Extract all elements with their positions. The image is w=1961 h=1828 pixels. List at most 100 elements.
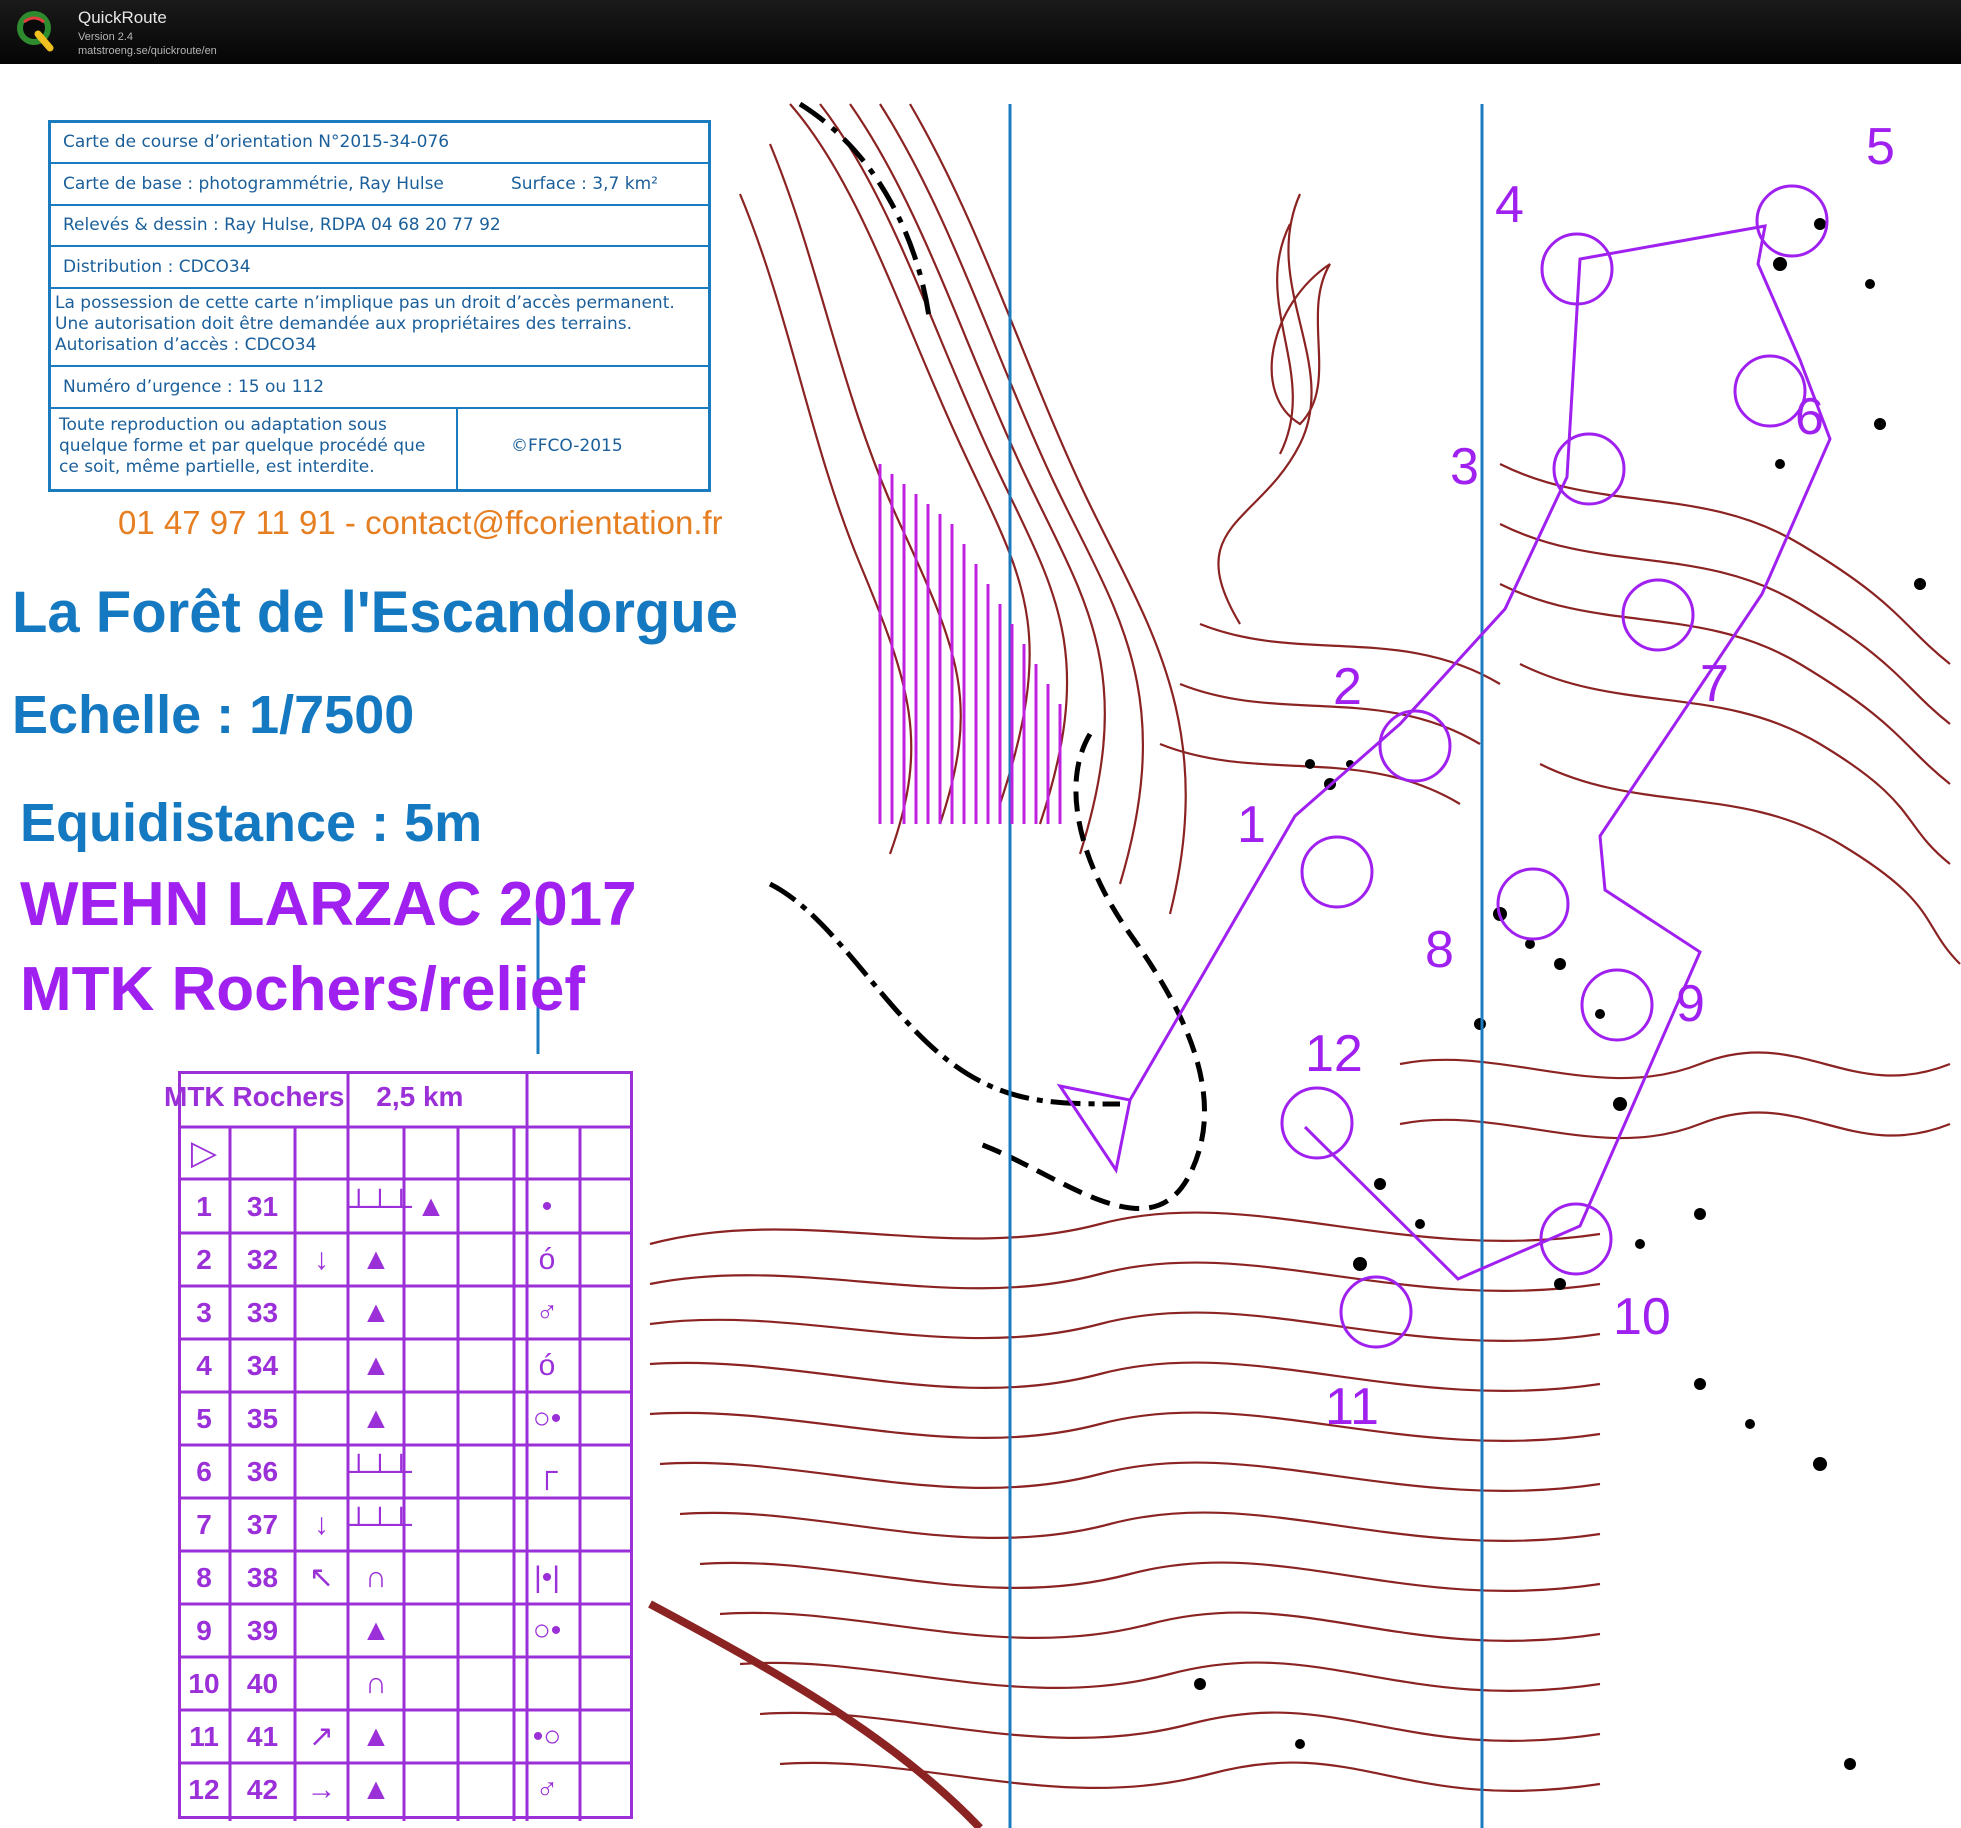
cartouche-map-number: Carte de course d’orientation N°2015-34-…	[63, 132, 450, 152]
control-row: 1 31 ┴┴┴ ▲ •	[178, 1180, 633, 1233]
control-row: 11 41 ↗ ▲ •○	[178, 1710, 633, 1763]
appearance-symbol	[404, 1710, 458, 1763]
control-number: 10	[188, 1668, 220, 1699]
control-code: 37	[246, 1509, 279, 1540]
cartouche-row: Numéro d’urgence : 15 ou 112	[51, 367, 708, 409]
feature-symbol: ∩	[365, 1667, 387, 1700]
location-symbol: ó	[538, 1243, 556, 1276]
cartouche-distribution: Distribution : CDCO34	[63, 257, 251, 277]
cartouche-row: La possession de cette carte n’implique …	[51, 289, 708, 367]
control-code: 34	[246, 1350, 279, 1381]
cartouche-row: Carte de base : photogrammétrie, Ray Hul…	[51, 164, 708, 206]
control-code: 38	[246, 1562, 279, 1593]
control-number: 12	[188, 1774, 220, 1805]
feature-symbol: ▲	[361, 1243, 391, 1276]
control-label-8: 8	[1425, 921, 1454, 979]
cartouche-copyright-line1: Toute reproduction ou adaptation sous	[59, 415, 387, 435]
cartouche-row: Carte de course d’orientation N°2015-34-…	[51, 123, 708, 164]
control-number: 3	[196, 1297, 212, 1328]
map-canvas[interactable]: 1 2 3 4 5 6 7 8 9 10 11 12 Carte de cour…	[0, 64, 1961, 1828]
feature-symbol: ┴┴┴	[348, 1455, 412, 1488]
map-title: La Forêt de l'Escandorgue	[12, 580, 739, 645]
cartouche-survey: Relevés & dessin : Ray Hulse, RDPA 04 68…	[63, 215, 501, 235]
control-code: 41	[246, 1721, 279, 1752]
start-triangle-icon: ▷	[190, 1134, 218, 1172]
location-symbol: ♂	[535, 1296, 559, 1329]
which-feature-symbol	[295, 1604, 348, 1657]
appearance-symbol	[404, 1286, 458, 1339]
control-number: 7	[196, 1509, 212, 1540]
control-row: 9 39 ▲ ○•	[178, 1604, 633, 1657]
control-number: 6	[196, 1456, 212, 1487]
appearance-symbol	[404, 1763, 458, 1816]
control-description-table: MTK Rochers 2,5 km ▷ 1 31 ┴┴┴ ▲ • 2 32 ↓ ▲ ó 3 33 ▲ ♂…	[164, 1071, 633, 1821]
feature-symbol: ▲	[361, 1773, 391, 1806]
appearance-symbol	[404, 1604, 458, 1657]
event-name: WEHN LARZAC 2017	[20, 870, 637, 939]
location-symbol: ○•	[532, 1614, 562, 1647]
location-symbol: |•|	[533, 1561, 561, 1594]
control-3-circle	[1552, 432, 1626, 506]
which-feature-symbol	[295, 1339, 348, 1392]
which-feature-symbol	[295, 1657, 348, 1710]
appearance-symbol	[404, 1498, 458, 1551]
course-overprint	[1056, 184, 1832, 1349]
feature-symbol: ▲	[361, 1614, 391, 1647]
app-url[interactable]: matstroeng.se/quickroute/en	[78, 45, 217, 57]
control-code: 31	[246, 1191, 279, 1222]
course-name: MTK Rochers/relief	[20, 955, 586, 1024]
location-symbol	[514, 1657, 580, 1710]
feature-symbol: ∩	[365, 1561, 387, 1594]
control-code: 32	[246, 1244, 279, 1275]
control-1-circle	[1300, 835, 1374, 909]
which-feature-symbol: ↓	[314, 1508, 329, 1541]
control-code: 40	[246, 1668, 279, 1699]
location-symbol: •	[541, 1190, 553, 1223]
cartouche-row: Relevés & dessin : Ray Hulse, RDPA 04 68…	[51, 206, 708, 247]
control-row: 7 37 ↓ ┴┴┴	[178, 1498, 633, 1551]
which-feature-symbol	[295, 1180, 348, 1233]
cartouche-access-line1: La possession de cette carte n’implique …	[55, 293, 675, 313]
control-row: 5 35 ▲ ○•	[178, 1392, 633, 1445]
control-label-2: 2	[1333, 658, 1362, 716]
road	[648, 1600, 983, 1828]
cartouche-divider	[456, 409, 458, 492]
control-table-title: MTK Rochers 2,5 km	[164, 1081, 463, 1113]
which-feature-symbol: →	[306, 1773, 337, 1806]
control-12-circle	[1280, 1086, 1354, 1160]
feature-symbol: ▲	[361, 1296, 391, 1329]
appearance-symbol	[404, 1551, 458, 1604]
control-label-7: 7	[1700, 655, 1729, 713]
control-row: 2 32 ↓ ▲ ó	[178, 1233, 633, 1286]
cartouche-surface: Surface : 3,7 km²	[511, 174, 658, 194]
feature-symbol: ┴┴┴	[348, 1508, 412, 1541]
cartouche-copyright-line3: ce soit, même partielle, est interdite.	[59, 457, 375, 477]
appearance-symbol	[404, 1233, 458, 1286]
cartouche-ffco-copyright: ©FFCO-2015	[511, 436, 623, 456]
contact-line: 01 47 97 11 91 - contact@ffcorientation.…	[118, 504, 723, 541]
feature-symbol: ▲	[361, 1402, 391, 1435]
control-code: 35	[246, 1403, 279, 1434]
app-version: Version 2.4	[78, 31, 134, 43]
appearance-symbol	[404, 1445, 458, 1498]
cartouche-row: Toute reproduction ou adaptation sous qu…	[51, 409, 708, 492]
location-symbol: •○	[532, 1720, 562, 1753]
location-symbol: ┌	[536, 1455, 558, 1488]
start-row: ▷	[178, 1127, 633, 1180]
control-label-6: 6	[1795, 388, 1824, 446]
control-number: 9	[196, 1615, 212, 1646]
control-number: 1	[196, 1191, 212, 1222]
map-scale: Echelle : 1/7500	[12, 685, 415, 745]
control-label-9: 9	[1676, 975, 1705, 1033]
app-name: QuickRoute	[78, 8, 167, 27]
control-label-12: 12	[1305, 1025, 1363, 1083]
control-row: 10 40 ∩	[178, 1657, 633, 1710]
which-feature-symbol: ↗	[308, 1720, 335, 1753]
feature-symbol: ┴┴┴	[348, 1190, 412, 1223]
location-symbol	[514, 1498, 580, 1551]
control-label-4: 4	[1495, 176, 1524, 234]
cartouche-copyright-line2: quelque forme et par quelque procédé que	[59, 436, 426, 456]
location-symbol: ó	[538, 1349, 556, 1382]
control-code: 42	[246, 1774, 279, 1805]
control-label-10: 10	[1613, 1288, 1671, 1346]
